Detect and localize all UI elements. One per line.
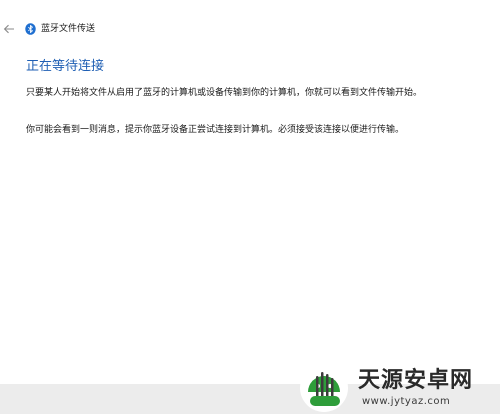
bluetooth-icon [25, 23, 36, 35]
window-title: 蓝牙文件传送 [41, 24, 96, 34]
site-watermark: 天源安卓网 www.jytyaz.com [296, 358, 500, 414]
title-bar: 蓝牙文件传送 [0, 0, 500, 40]
instruction-paragraph-2: 你可能会看到一则消息，提示你蓝牙设备正尝试连接到计算机。必须接受该连接以便进行传… [26, 125, 405, 135]
back-button[interactable] [0, 18, 18, 40]
watermark-site-name: 天源安卓网 [358, 368, 474, 393]
watermark-url: www.jytyaz.com [362, 396, 451, 407]
instruction-paragraph-1: 只要某人开始将文件从启用了蓝牙的计算机或设备传输到你的计算机，你就可以看到文件传… [26, 88, 423, 98]
page-heading: 正在等待连接 [26, 59, 105, 74]
bluetooth-file-transfer-window: 蓝牙文件传送 正在等待连接 只要某人开始将文件从启用了蓝牙的计算机或设备传输到你… [0, 0, 500, 414]
back-arrow-icon [3, 24, 14, 34]
android-logo-icon [300, 364, 348, 412]
